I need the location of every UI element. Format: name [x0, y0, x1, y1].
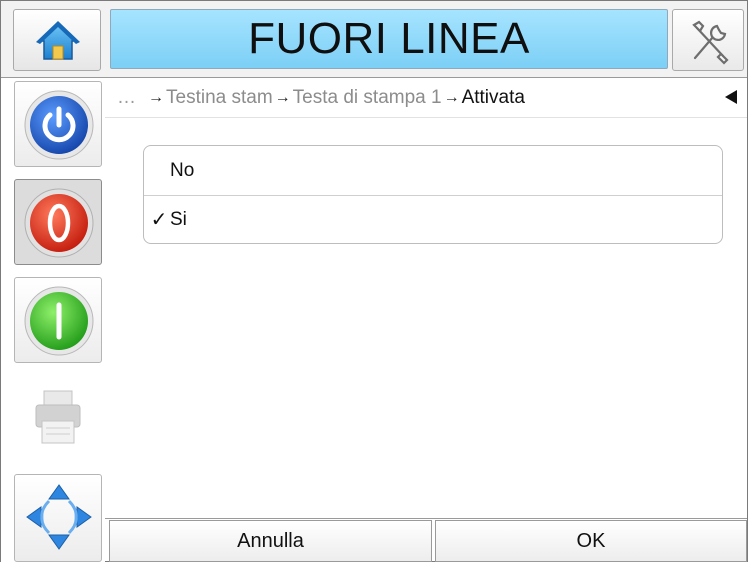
navigate-button[interactable] [14, 474, 102, 562]
footer-divider [105, 518, 747, 519]
power-button[interactable] [14, 81, 102, 167]
breadcrumb-separator: → [274, 89, 291, 106]
back-button[interactable] [721, 87, 741, 107]
option-label: No [170, 159, 195, 181]
stop-icon [24, 188, 94, 258]
breadcrumb-separator: → [148, 89, 164, 106]
left-toolbar [1, 78, 105, 562]
option-list: No ✓ Si [143, 145, 723, 244]
status-text: FUORI LINEA [248, 14, 530, 63]
breadcrumb-current: Attivata [461, 87, 525, 108]
tools-button[interactable] [672, 9, 744, 71]
option-si[interactable]: ✓ Si [144, 195, 722, 243]
power-icon [24, 90, 94, 160]
status-banner: FUORI LINEA [110, 9, 668, 69]
breadcrumb-item-printhead[interactable]: Testina stam [166, 87, 273, 109]
app-window: FUORI LINEA … → Testina stam → Testa di … [0, 0, 748, 562]
start-button[interactable] [14, 277, 102, 363]
printer-icon [35, 390, 81, 444]
navigate-arrows-icon [26, 484, 92, 550]
option-label: Si [170, 208, 187, 230]
breadcrumb-separator: → [443, 89, 460, 106]
back-arrow-icon [725, 90, 737, 104]
stop-button[interactable] [14, 179, 102, 265]
print-button[interactable] [14, 375, 102, 461]
ok-button[interactable]: OK [435, 520, 747, 562]
breadcrumb-item-printhead-1[interactable]: Testa di stampa 1 [293, 87, 442, 109]
breadcrumb: … → Testina stam → Testa di stampa 1 → A… [111, 81, 747, 115]
checkmark-icon: ✓ [150, 209, 168, 231]
top-bar: FUORI LINEA [1, 1, 747, 78]
option-no[interactable]: No [144, 146, 722, 196]
start-icon [24, 286, 94, 356]
breadcrumb-divider [105, 117, 747, 118]
home-button[interactable] [13, 9, 101, 71]
tools-icon [692, 20, 729, 65]
breadcrumb-ellipsis[interactable]: … [117, 87, 136, 109]
home-icon [36, 21, 80, 60]
cancel-button[interactable]: Annulla [109, 520, 432, 562]
